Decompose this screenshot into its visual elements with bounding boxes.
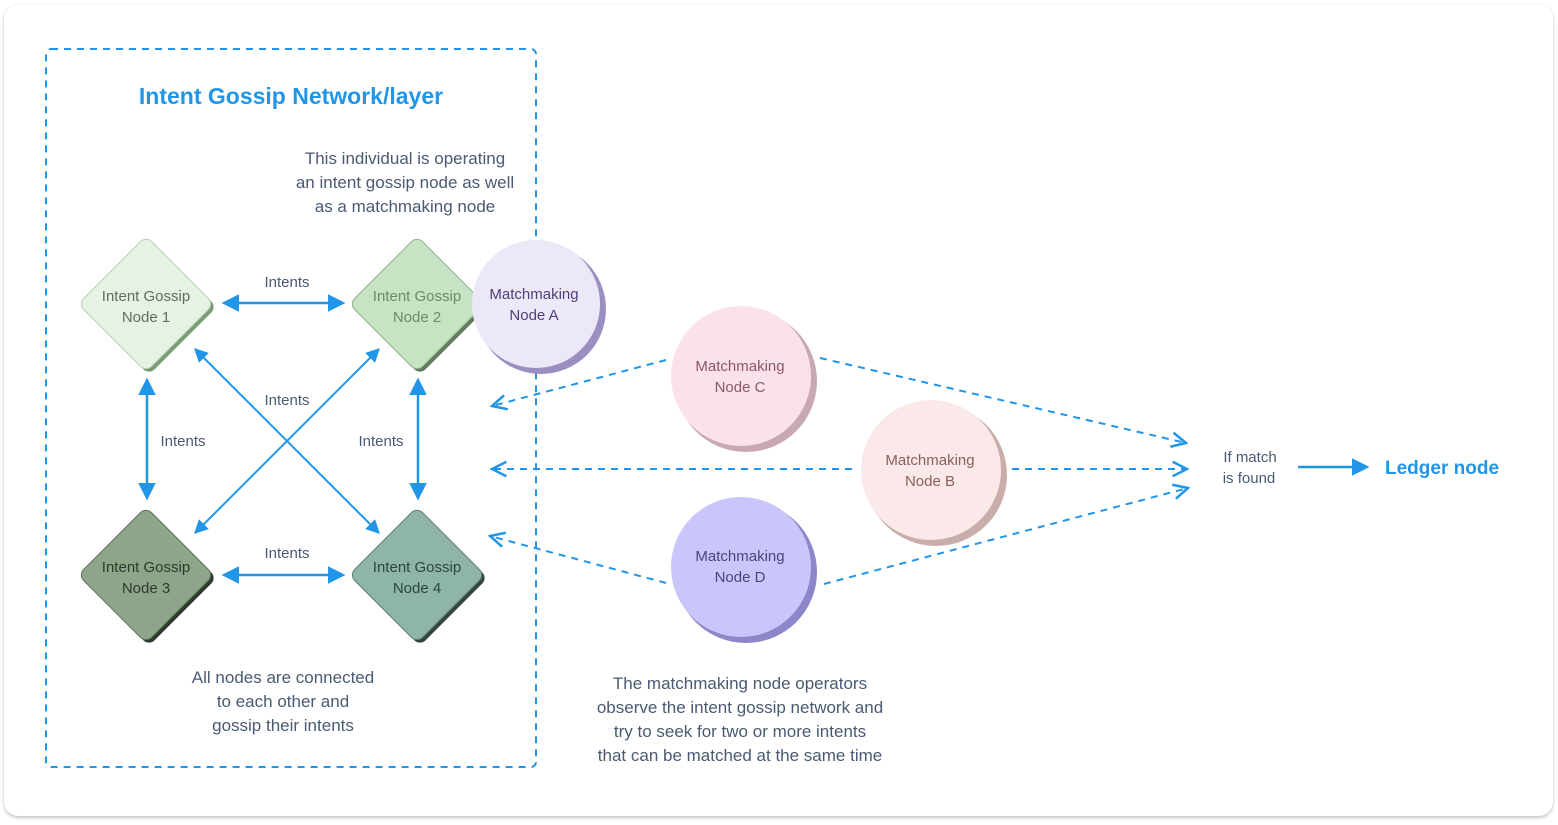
matchmaking-node-c: Matchmaking Node C — [671, 306, 817, 452]
gossip-node-3: Intent Gossip Node 3 — [80, 509, 214, 643]
svg-text:If match: If match — [1223, 449, 1276, 466]
svg-text:Node 1: Node 1 — [122, 309, 170, 326]
matchmaking-description: The matchmaking node operators observe t… — [597, 674, 883, 765]
svg-text:Matchmaking: Matchmaking — [695, 358, 784, 375]
svg-text:Intent Gossip: Intent Gossip — [102, 559, 190, 576]
observe-arrow-node-d — [490, 536, 667, 584]
svg-text:gossip their intents: gossip their intents — [212, 716, 354, 735]
svg-text:Intent Gossip: Intent Gossip — [102, 288, 190, 305]
svg-text:to each other and: to each other and — [217, 692, 349, 711]
svg-text:This individual is operating: This individual is operating — [305, 149, 505, 168]
gossip-node-4: Intent Gossip Node 4 — [351, 509, 485, 643]
diagram-canvas: Intent Gossip Network/layer This individ… — [45, 48, 1499, 768]
svg-text:Matchmaking: Matchmaking — [695, 548, 784, 565]
svg-text:Node D: Node D — [715, 569, 766, 586]
operator-note: This individual is operating an intent g… — [296, 149, 514, 216]
match-condition: If match is found — [1223, 449, 1277, 487]
edge-label-top: Intents — [264, 274, 309, 291]
svg-text:Node 3: Node 3 — [122, 580, 170, 597]
edge-label-left: Intents — [160, 433, 205, 450]
edge-label-bottom: Intents — [264, 545, 309, 562]
svg-text:that can be matched at the sam: that can be matched at the same time — [598, 746, 882, 765]
ledger-node: Ledger node — [1385, 458, 1499, 479]
svg-text:is found: is found — [1223, 470, 1276, 487]
network-title: Intent Gossip Network/layer — [139, 83, 443, 109]
svg-text:an intent gossip node as well: an intent gossip node as well — [296, 173, 514, 192]
svg-text:Node B: Node B — [905, 473, 955, 490]
svg-text:The matchmaking node operators: The matchmaking node operators — [613, 674, 867, 693]
svg-text:Matchmaking: Matchmaking — [489, 286, 578, 303]
svg-text:try to seek for two or more in: try to seek for two or more intents — [614, 722, 866, 741]
svg-text:Intent Gossip: Intent Gossip — [373, 288, 461, 305]
edge-label-cross: Intents — [264, 392, 309, 409]
svg-text:Node A: Node A — [509, 307, 558, 324]
gossip-node-1: Intent Gossip Node 1 — [80, 238, 214, 372]
matchmaking-node-b: Matchmaking Node B — [861, 400, 1007, 546]
matchmaking-node-a: Matchmaking Node A — [472, 240, 606, 374]
svg-text:Intent Gossip: Intent Gossip — [373, 559, 461, 576]
svg-text:observe the intent gossip netw: observe the intent gossip network and — [597, 698, 883, 717]
gossip-node-2: Intent Gossip Node 2 — [351, 238, 485, 372]
svg-text:Node 2: Node 2 — [393, 309, 441, 326]
edge-label-right: Intents — [358, 433, 403, 450]
svg-text:as a matchmaking node: as a matchmaking node — [315, 197, 496, 216]
svg-text:Node 4: Node 4 — [393, 580, 441, 597]
svg-text:Node C: Node C — [715, 379, 766, 396]
network-footer-note: All nodes are connected to each other an… — [192, 668, 374, 735]
svg-text:All nodes are connected: All nodes are connected — [192, 668, 374, 687]
matchmaking-node-d: Matchmaking Node D — [671, 497, 817, 643]
svg-text:Matchmaking: Matchmaking — [885, 452, 974, 469]
